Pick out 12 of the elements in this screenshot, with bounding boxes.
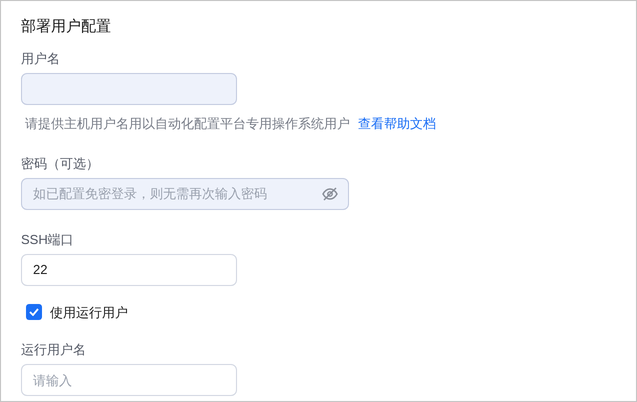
input-field[interactable]: 22 — [21, 254, 237, 286]
section-title: 部署用户配置 — [21, 18, 112, 36]
field-label: SSH端口 — [21, 232, 75, 248]
check-icon — [29, 308, 39, 316]
checkbox-label: 使用运行用户 — [50, 304, 128, 322]
checkbox[interactable] — [26, 304, 42, 320]
field-label: 运行用户名 — [21, 342, 87, 358]
input-field[interactable]: 请输入 — [21, 364, 237, 396]
eye-hidden-icon[interactable] — [322, 186, 338, 200]
field-label: 密码（可选） — [21, 156, 100, 172]
help-text: 请提供主机用户名用以自动化配置平台专用操作系统用户 — [25, 115, 350, 133]
field-label: 用户名 — [21, 51, 61, 67]
